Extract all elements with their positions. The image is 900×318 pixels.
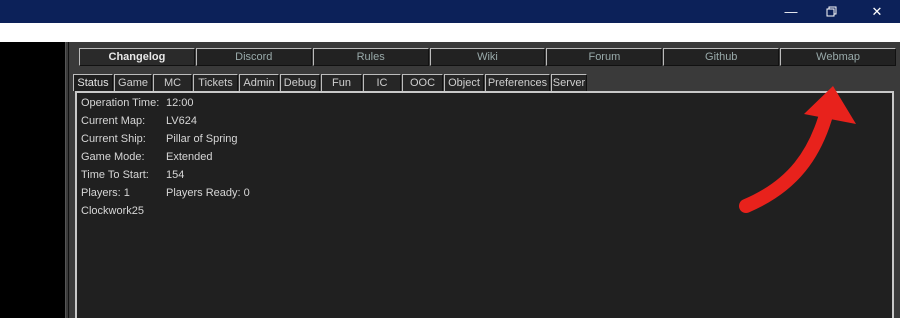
discord-button[interactable]: Discord [195, 48, 312, 66]
players-count: Players: 1 [81, 187, 130, 199]
webmap-button[interactable]: Webmap [780, 48, 897, 66]
tab-tickets[interactable]: Tickets [193, 74, 238, 91]
time-to-start-label: Time To Start: [81, 169, 149, 181]
operation-time-label: Operation Time: [81, 97, 160, 109]
time-to-start-value: 154 [166, 169, 185, 181]
tab-fun[interactable]: Fun [321, 74, 362, 91]
tab-mc[interactable]: MC [153, 74, 192, 91]
current-ship-value: Pillar of Spring [166, 133, 238, 145]
close-icon: ✕ [871, 3, 883, 19]
map-viewport[interactable] [0, 42, 65, 318]
players-ready: Players Ready: 0 [166, 187, 250, 199]
rules-button[interactable]: Rules [312, 48, 429, 66]
tab-admin[interactable]: Admin [239, 74, 279, 91]
menu-bar [0, 23, 900, 42]
stat-tabs: Status Game MC Tickets Admin Debug Fun I… [73, 74, 588, 91]
tab-object[interactable]: Object [444, 74, 484, 91]
tab-ic[interactable]: IC [363, 74, 401, 91]
current-map-label: Current Map: [81, 115, 146, 127]
window-titlebar: — ✕ [0, 0, 900, 23]
tab-status[interactable]: Status [73, 74, 113, 91]
restore-icon [826, 6, 837, 17]
current-map-value: LV624 [166, 115, 197, 127]
changelog-button[interactable]: Changelog [79, 48, 195, 66]
restore-button[interactable] [808, 0, 854, 23]
tab-debug[interactable]: Debug [280, 74, 320, 91]
tab-preferences[interactable]: Preferences [485, 74, 550, 91]
tab-server[interactable]: Server [551, 74, 587, 91]
game-mode-value: Extended [166, 151, 213, 163]
link-bar: Changelog Discord Rules Wiki Forum Githu… [79, 48, 897, 66]
minimize-icon: — [784, 4, 798, 19]
arrow-shaft [739, 101, 835, 213]
github-button[interactable]: Github [663, 48, 780, 66]
red-arrow-annotation [739, 86, 856, 213]
tab-game[interactable]: Game [114, 74, 152, 91]
operation-time-value: 12:00 [166, 97, 194, 109]
player-name: Clockwork25 [81, 205, 144, 217]
arrow-head [804, 86, 856, 124]
tab-ooc[interactable]: OOC [402, 74, 443, 91]
forum-button[interactable]: Forum [546, 48, 663, 66]
current-ship-label: Current Ship: [81, 133, 146, 145]
game-mode-label: Game Mode: [81, 151, 145, 163]
wiki-button[interactable]: Wiki [429, 48, 546, 66]
close-button[interactable]: ✕ [854, 0, 900, 23]
